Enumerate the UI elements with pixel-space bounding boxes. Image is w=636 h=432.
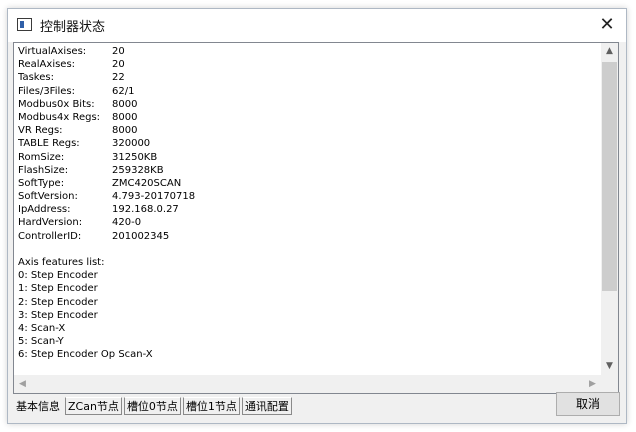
info-row: RomSize: 31250KB [18,151,600,164]
info-key: VirtualAxises: [18,46,87,57]
info-value: 259328KB [112,164,164,176]
info-row: VR Regs: 8000 [18,124,600,137]
tab-strip: 基本信息 ZCan节点 槽位0节点 槽位1节点 通讯配置 [13,397,294,417]
title-bar[interactable]: 控制器状态 ✕ [8,9,626,42]
info-row: Files/3Files: 62/1 [18,85,600,98]
tab-1[interactable]: ZCan节点 [65,397,122,415]
info-row: Taskes: 22 [18,71,600,84]
info-key: ControllerID: [18,230,82,242]
tab-3[interactable]: 槽位1节点 [182,397,240,415]
info-row: Modbus4x Regs: 8000 [18,111,600,124]
axis-feature-line: 3: Step Encoder [18,309,98,321]
axis-feature-line: 4: Scan-X [18,322,66,334]
info-row: Modbus0x Bits: 8000 [18,98,600,111]
info-text-box[interactable]: VirtualAxises: 20 RealAxises: 20 Taskes: 22 Fi… [13,42,619,394]
info-row: SoftVersion: 4.793-20170718 [18,190,600,203]
info-value: 8000 [112,111,138,123]
info-value: 8000 [112,98,138,110]
axis-feature-line: 0: Step Encoder [18,270,98,282]
info-value: 31250KB [112,151,158,163]
scroll-down-arrow-icon[interactable]: ▼ [601,358,618,375]
axis-feature-line: 1: Step Encoder [18,283,98,295]
cancel-button[interactable]: 取消 [556,392,620,416]
info-key: RealAxises: [18,59,76,71]
info-value: 420-0 [112,217,142,229]
info-row: HardVersion: 420-0 [18,216,600,229]
scroll-up-arrow-icon[interactable]: ▲ [601,43,618,60]
info-row: VirtualAxises: 20 [18,45,600,58]
info-value: 20 [112,46,125,57]
info-value: 22 [112,72,125,84]
scroll-left-arrow-icon[interactable]: ◀ [14,375,31,393]
info-key: FlashSize: [18,164,69,176]
scrollbar-corner [601,375,618,393]
vertical-scrollbar[interactable]: ▲ ▼ [601,43,618,375]
info-row: IpAddress: 192.168.0.27 [18,203,600,216]
window-title: 控制器状态 [40,20,106,35]
axis-features-heading: Axis features list: [18,257,105,268]
info-row: RealAxises: 20 [18,58,600,71]
info-value: 62/1 [112,85,135,97]
close-icon[interactable]: ✕ [594,13,620,37]
info-key: VR Regs: [18,125,63,137]
horizontal-scrollbar[interactable]: ◀ ▶ [14,375,601,393]
info-key: TABLE Regs: [18,138,80,150]
info-value: 192.168.0.27 [112,204,179,216]
vertical-scroll-thumb[interactable] [602,62,617,291]
info-key: SoftType: [18,177,65,189]
info-row: SoftType: ZMC420SCAN [18,177,600,190]
info-key: Taskes: [18,72,54,84]
info-value: 20 [112,59,125,71]
info-value: 4.793-20170718 [112,191,196,203]
info-value: 8000 [112,125,138,137]
info-value: 201002345 [112,230,170,242]
axis-feature-line: 2: Step Encoder [18,296,98,308]
tab-0[interactable]: 基本信息 [13,397,63,417]
info-row: TABLE Regs: 320000 [18,137,600,150]
scroll-right-arrow-icon[interactable]: ▶ [584,375,601,393]
info-value: 320000 [112,138,151,150]
tab-2[interactable]: 槽位0节点 [123,397,181,415]
info-row: FlashSize: 259328KB [18,164,600,177]
info-text: VirtualAxises: 20 RealAxises: 20 Taskes: 22 Fi… [18,45,600,371]
info-key: Files/3Files: [18,85,75,97]
axis-feature-line: 5: Scan-Y [18,336,64,348]
info-key: SoftVersion: [18,191,78,203]
app-window-icon [17,18,32,31]
info-key: Modbus0x Bits: [18,98,95,110]
info-value: ZMC420SCAN [112,177,182,189]
info-key: IpAddress: [18,204,71,216]
info-key: HardVersion: [18,217,83,229]
controller-status-dialog: 控制器状态 ✕ VirtualAxises: 20 RealAxises: 20 Tas… [7,8,627,424]
info-key: Modbus4x Regs: [18,111,101,123]
axis-feature-line: 6: Step Encoder Op Scan-X [18,349,153,361]
info-key: RomSize: [18,151,65,163]
info-row: ControllerID: 201002345 [18,230,600,243]
tab-4[interactable]: 通讯配置 [241,397,292,415]
